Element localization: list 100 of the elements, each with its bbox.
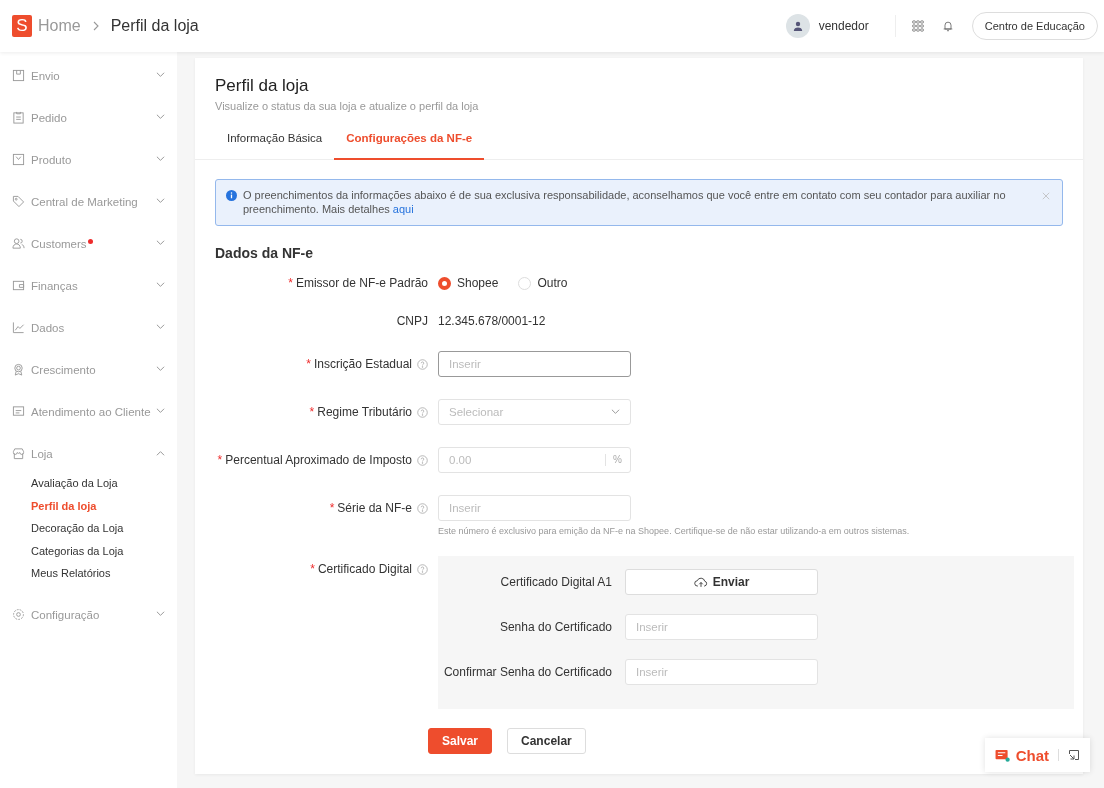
- chevron-down-icon: [156, 114, 165, 120]
- sidebar-item[interactable]: Dados: [12, 316, 165, 347]
- sidebar-subitem[interactable]: Perfil da loja: [31, 494, 165, 517]
- field-label: Série da NF-e: [337, 501, 412, 515]
- help-icon[interactable]: [417, 563, 428, 575]
- tab[interactable]: Configurações da NF-e: [334, 122, 485, 160]
- chevron-down-icon: [156, 72, 165, 78]
- shop-logo[interactable]: S: [12, 15, 32, 37]
- user-name[interactable]: vendedor: [818, 19, 869, 33]
- help-icon[interactable]: [417, 502, 428, 514]
- details-link[interactable]: aqui: [392, 203, 414, 215]
- cnpj-value: 12.345.678/0001-12: [438, 314, 546, 328]
- field-label: Inscrição Estadual: [313, 357, 412, 371]
- chevron-down-icon: [156, 198, 165, 204]
- help-icon[interactable]: [417, 454, 428, 466]
- avatar-icon[interactable]: [785, 14, 810, 38]
- box-icon: [12, 69, 25, 82]
- sidebar-item-label: Customers: [31, 237, 87, 252]
- page-subtitle: Visualize o status da sua loja e atualize o perfil da loja: [215, 100, 480, 112]
- sidebar-subitem[interactable]: Categorias da Loja: [31, 539, 165, 562]
- education-center-button[interactable]: Centro de Educação: [971, 12, 1098, 40]
- sidebar-subitem[interactable]: Avaliação da Loja: [31, 472, 165, 495]
- medal-icon: [12, 363, 25, 376]
- chevron-down-icon: [156, 324, 165, 330]
- chevron-up-icon: [156, 450, 165, 456]
- info-icon: [226, 190, 237, 201]
- sidebar-item[interactable]: Finanças: [12, 274, 165, 305]
- required-mark: *: [310, 562, 315, 576]
- sidebar-item[interactable]: Loja: [12, 442, 165, 473]
- sidebar-item[interactable]: Crescimento: [12, 358, 165, 389]
- radio-button[interactable]: [438, 276, 451, 290]
- tag-icon: [12, 195, 25, 208]
- sidebar-item-label: Envio: [31, 69, 60, 84]
- radio-option[interactable]: Outro: [518, 276, 568, 290]
- cloud-upload-icon: [693, 576, 708, 588]
- chevron-down-icon: [611, 409, 620, 415]
- chevron-down-icon: [156, 156, 165, 162]
- wallet-icon: [12, 279, 25, 292]
- apps-grid-icon[interactable]: [911, 20, 924, 32]
- sidebar-item-label: Loja: [31, 447, 53, 462]
- breadcrumb-link[interactable]: Home: [38, 17, 81, 35]
- chevron-right-icon: [92, 21, 99, 31]
- section-title: Dados da NF-e: [215, 245, 314, 261]
- field-label: Certificado Digital A1: [499, 575, 613, 589]
- sidebar-item[interactable]: Configuração: [12, 602, 165, 634]
- field-label: CNPJ: [396, 314, 428, 328]
- required-mark: *: [288, 276, 293, 290]
- notice-text: O preenchimentos da informações abaixo é de sua exclusiva responsabilidade, aconselhamos que você entre em contato com seu contador para auxiliar no preenchimento. Mais detalhes aqui: [243, 188, 1007, 216]
- help-icon[interactable]: [417, 406, 428, 418]
- field-label: Percentual Aproximado de Imposto: [225, 453, 412, 467]
- chat-icon[interactable]: [994, 748, 1010, 762]
- sidebar-item[interactable]: Customers: [12, 232, 165, 263]
- sidebar-item-label: Central de Marketing: [31, 195, 138, 210]
- sidebar-item-label: Crescimento: [31, 363, 96, 378]
- select-field[interactable]: Selecionar: [438, 399, 631, 425]
- clipboard-icon: [12, 111, 25, 124]
- sidebar-item-label: Pedido: [31, 111, 67, 126]
- minimize-icon[interactable]: [1068, 749, 1080, 761]
- page-title: Perfil da loja: [215, 76, 310, 96]
- save-button[interactable]: Salvar: [428, 728, 493, 754]
- sidebar-item-label: Dados: [31, 321, 65, 336]
- sidebar-item[interactable]: Pedido: [12, 106, 165, 137]
- input-field[interactable]: Inserir: [438, 351, 631, 377]
- cancel-button[interactable]: Cancelar: [507, 728, 586, 754]
- field-label: Emissor de NF-e Padrão: [295, 276, 428, 290]
- sidebar-item[interactable]: Produto: [12, 148, 165, 179]
- upload-button[interactable]: Enviar: [625, 569, 818, 595]
- close-icon[interactable]: [1042, 192, 1050, 200]
- radio-option[interactable]: Shopee: [438, 276, 499, 290]
- sidebar-subitem[interactable]: Meus Relatórios: [31, 562, 165, 585]
- required-mark: *: [329, 501, 335, 515]
- sidebar-item[interactable]: Atendimento ao Cliente: [12, 400, 165, 431]
- gear-icon: [12, 607, 25, 621]
- sidebar-item[interactable]: Central de Marketing: [12, 190, 165, 221]
- required-mark: *: [217, 453, 223, 467]
- sidebar-item-label: Configuração: [31, 607, 100, 623]
- chevron-down-icon: [156, 240, 165, 246]
- help-icon[interactable]: [417, 358, 428, 370]
- field-hint: Este número é exclusivo para emição da NF-e na Shopee. Certifique-se de não estar utilizando-a em outros sistemas.: [438, 526, 911, 536]
- field-label: Certificado Digital: [317, 562, 412, 576]
- store-icon: [12, 447, 25, 460]
- field-label: Confirmar Senha do Certificado: [442, 665, 613, 679]
- people-icon: [12, 237, 25, 250]
- chevron-down-icon: [156, 282, 165, 288]
- required-mark: *: [306, 357, 311, 371]
- field-label: Senha do Certificado: [498, 620, 613, 634]
- sidebar-item[interactable]: Envio: [12, 64, 165, 95]
- chevron-down-icon: [156, 366, 165, 372]
- chat-label[interactable]: Chat: [1015, 746, 1049, 764]
- bell-icon[interactable]: [941, 20, 954, 32]
- chevron-down-icon: [156, 408, 165, 414]
- tab[interactable]: Informação Básica: [215, 122, 335, 160]
- field-label: Regime Tributário: [317, 405, 412, 419]
- notification-dot: [87, 239, 93, 244]
- chevron-down-icon: [156, 610, 165, 617]
- sidebar-item-label: Finanças: [31, 279, 78, 294]
- chart-icon: [12, 321, 25, 334]
- sidebar-subitem[interactable]: Decoração da Loja: [31, 517, 165, 540]
- sidebar-item-label: Atendimento ao Cliente: [31, 405, 151, 420]
- sidebar-item-label: Produto: [31, 153, 72, 168]
